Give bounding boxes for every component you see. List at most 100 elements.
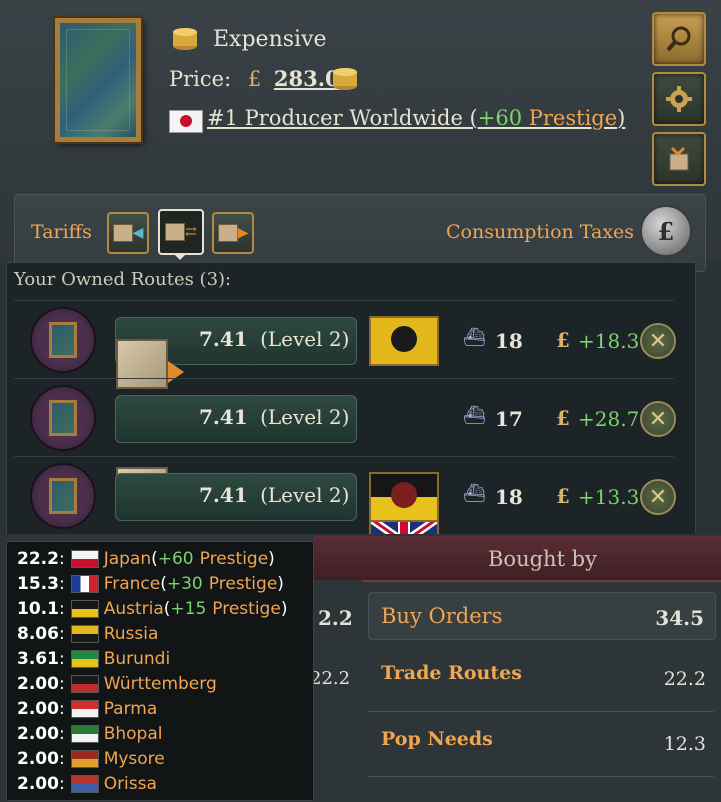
convoy-ship-icon: ⛴ (463, 405, 486, 426)
close-icon: ✕ (648, 406, 668, 432)
route-goods-icon[interactable] (30, 385, 96, 451)
separator: : (58, 623, 65, 644)
route-volume: 7.41 (Level 2) (199, 327, 349, 351)
rank-prestige: Prestige (522, 106, 618, 130)
sold-by-header (314, 536, 362, 580)
rank-bonus: +60 (477, 106, 523, 130)
tariffs-label: Tariffs (31, 221, 92, 243)
producer-country: Austria (103, 598, 164, 619)
painting-goods-icon (55, 18, 141, 142)
import-tariff-button[interactable]: ◀ (107, 212, 149, 254)
producer-row: 2.00: Parma (17, 696, 157, 721)
producer-country: Württemberg (103, 673, 217, 694)
crate-import-icon (112, 224, 133, 242)
russia-flag-icon[interactable] (369, 316, 439, 366)
currency-icon: £ (556, 406, 570, 430)
producer-row: 22.2: Japan (+60 Prestige) (17, 546, 275, 571)
cancel-route-button[interactable]: ✕ (640, 323, 676, 359)
separator: : (58, 648, 65, 669)
crate-icon (669, 146, 689, 171)
cancel-route-button[interactable]: ✕ (640, 479, 676, 515)
no-tariff-button[interactable]: ⇄ (158, 209, 204, 255)
japan-flag-icon (169, 110, 203, 133)
buy-orders-label: Buy Orders (381, 604, 503, 628)
austria-flag-icon[interactable] (369, 472, 439, 522)
export-tariff-button[interactable]: ▶ (212, 212, 254, 254)
trade-goods-button[interactable] (652, 132, 706, 186)
magnifier-icon (666, 26, 691, 52)
route-convoys: 18 (495, 329, 523, 353)
route-level: (Level 2) (260, 327, 350, 351)
consumption-tax-button[interactable]: £ (640, 205, 692, 257)
austria-flag-icon (70, 599, 99, 618)
route-goods-icon[interactable] (30, 463, 96, 529)
divider (368, 776, 714, 777)
crate-exchange-icon (165, 223, 186, 241)
producer-country: Russia (103, 623, 159, 644)
sold-partial-value: 22.2 (310, 668, 351, 689)
bonus-open: ( (163, 598, 171, 619)
route-goods-icon[interactable] (30, 307, 96, 373)
bonus-close: ) (280, 598, 288, 619)
producer-country: Orissa (103, 773, 157, 794)
route-convoys: 17 (495, 407, 523, 431)
route-volume-value: 7.41 (199, 483, 248, 507)
currency-icon: £ (556, 328, 570, 352)
currency-icon: £ (556, 484, 570, 508)
mysore-flag-icon (70, 749, 99, 768)
producer-country: Bhopal (103, 723, 163, 744)
prestige-label: Prestige (199, 548, 269, 569)
route-level: (Level 2) (260, 405, 350, 429)
consumption-taxes-label: Consumption Taxes (446, 221, 635, 243)
producer-country: Mysore (103, 748, 165, 769)
bought-by-title: Bought by (488, 547, 597, 571)
producer-row: 10.1: Austria (+15 Prestige) (17, 596, 287, 621)
producer-row: 2.00: Württemberg (17, 671, 217, 696)
producers-tooltip: 22.2: Japan (+60 Prestige) 15.3: France (+30… (6, 541, 314, 801)
search-market-button[interactable] (652, 12, 706, 66)
crate-export-icon (217, 224, 238, 242)
painting-icon (49, 400, 77, 436)
producer-row: 15.3: France (+30 Prestige) (17, 571, 284, 596)
bonus-open: ( (160, 573, 167, 594)
bonus-open: ( (151, 548, 158, 569)
bonus-close: ) (277, 573, 284, 594)
route-profit: +13.3 (578, 485, 640, 509)
currency-symbol: £ (247, 67, 262, 91)
separator: : (58, 598, 65, 619)
production-methods-button[interactable] (652, 72, 706, 126)
producer-value: 22.2 (17, 548, 59, 569)
goods-price: Price: £ 283.0 (169, 66, 340, 91)
producer-value: 2.00 (17, 673, 59, 694)
prestige-label: Prestige (212, 598, 281, 619)
trade-routes-label: Trade Routes (381, 662, 522, 684)
producer-value: 2.00 (17, 723, 59, 744)
producer-value: 2.00 (17, 698, 59, 719)
route-convoys: 18 (495, 485, 523, 509)
gear-icon (666, 86, 692, 112)
pop-needs-value: 12.3 (663, 733, 706, 755)
producer-rank-link[interactable]: #1 Producer Worldwide (+60 Prestige) (207, 106, 625, 130)
route-level: (Level 2) (260, 483, 350, 507)
france-flag-icon (70, 574, 99, 593)
pound-tag-icon: £ (657, 216, 675, 246)
selected-indicator (173, 253, 187, 260)
route-volume: 7.41 (Level 2) (199, 405, 349, 429)
cancel-route-button[interactable]: ✕ (640, 401, 676, 437)
producer-row: 2.00: Orissa (17, 771, 157, 796)
separator: : (58, 748, 65, 769)
owned-routes-title: Your Owned Routes (3): (14, 269, 232, 290)
prestige-bonus: +60 (157, 548, 194, 569)
producer-value: 3.61 (17, 648, 59, 669)
pop-needs-label: Pop Needs (381, 728, 493, 750)
rank-close: ) (617, 106, 626, 130)
painting-icon (49, 322, 77, 358)
producer-country: Burundi (103, 648, 171, 669)
russia-flag-icon (70, 624, 99, 643)
producer-value: 10.1 (17, 598, 59, 619)
trade-routes-value: 22.2 (663, 668, 706, 690)
buy-orders-value: 34.5 (655, 606, 704, 630)
coins-icon (173, 28, 197, 50)
exchange-arrows-icon: ⇄ (185, 224, 197, 240)
parma-flag-icon (70, 699, 99, 718)
